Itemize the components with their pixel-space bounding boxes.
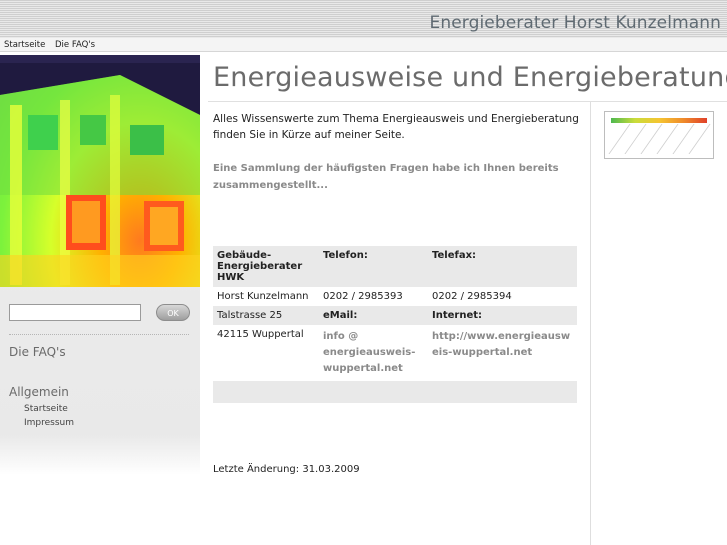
sidebar-item-impressum[interactable]: Impressum bbox=[24, 418, 74, 428]
contact-fax: 0202 / 2985394 bbox=[432, 291, 512, 302]
title-divider bbox=[208, 101, 727, 102]
search-input[interactable] bbox=[9, 304, 141, 321]
table-cell bbox=[319, 381, 428, 403]
phone-header: Telefon: bbox=[319, 246, 428, 287]
page-title: Energieausweise und Energieberatung bbox=[213, 62, 727, 93]
contact-phone: 0202 / 2985393 bbox=[323, 291, 403, 302]
contact-name: Horst Kunzelmann bbox=[217, 291, 309, 302]
scale-tick bbox=[688, 124, 711, 154]
header-bar: Energieberater Horst Kunzelmann bbox=[0, 0, 727, 38]
right-column-divider bbox=[590, 102, 591, 545]
thermal-house-image bbox=[0, 55, 200, 287]
nav-item-startseite[interactable]: Startseite bbox=[4, 40, 45, 50]
sidebar-item-faq[interactable]: Die FAQ's bbox=[9, 345, 66, 359]
efficiency-color-bar bbox=[611, 118, 707, 123]
table-row bbox=[213, 381, 577, 403]
email-link[interactable]: info @ energieausweis-wuppertal.net bbox=[319, 325, 428, 381]
table-row: Gebäude-Energieberater HWK Telefon: Tele… bbox=[213, 246, 577, 287]
contact-table: Gebäude-Energieberater HWK Telefon: Tele… bbox=[213, 246, 577, 403]
nav-item-faq[interactable]: Die FAQ's bbox=[55, 40, 95, 50]
sidebar-section-allgemein: Allgemein bbox=[9, 385, 69, 399]
website-link[interactable]: http://www.energieausweis-wuppertal.net bbox=[428, 325, 577, 381]
energy-advisor-header: Gebäude-Energieberater HWK bbox=[213, 246, 319, 287]
faq-collection-link[interactable]: Eine Sammlung der häufigsten Fragen habe… bbox=[213, 160, 583, 194]
top-nav: Startseite Die FAQ's bbox=[0, 38, 727, 52]
table-row: Horst Kunzelmann 0202 / 2985393 0202 / 2… bbox=[213, 287, 577, 306]
table-row: Talstrasse 25 eMail: Internet: bbox=[213, 306, 577, 325]
table-row: 42115 Wuppertal info @ energieausweis-wu… bbox=[213, 325, 577, 381]
sidebar: OK Die FAQ's Allgemein Startseite Impres… bbox=[0, 55, 200, 545]
search-ok-button[interactable]: OK bbox=[156, 304, 190, 321]
contact-street: Talstrasse 25 bbox=[213, 306, 319, 325]
intro-text: Alles Wissenswerte zum Thema Energieausw… bbox=[213, 113, 579, 141]
internet-header: Internet: bbox=[428, 306, 577, 325]
energy-efficiency-scale-image bbox=[604, 111, 714, 159]
table-cell bbox=[213, 381, 319, 403]
email-header: eMail: bbox=[319, 306, 428, 325]
contact-city: 42115 Wuppertal bbox=[217, 329, 304, 340]
table-cell bbox=[428, 381, 577, 403]
sidebar-item-startseite[interactable]: Startseite bbox=[24, 404, 68, 414]
last-change-date: Letzte Änderung: 31.03.2009 bbox=[213, 464, 360, 475]
fax-header: Telefax: bbox=[428, 246, 577, 287]
site-brand: Energieberater Horst Kunzelmann bbox=[429, 13, 721, 33]
sidebar-divider bbox=[9, 334, 189, 335]
